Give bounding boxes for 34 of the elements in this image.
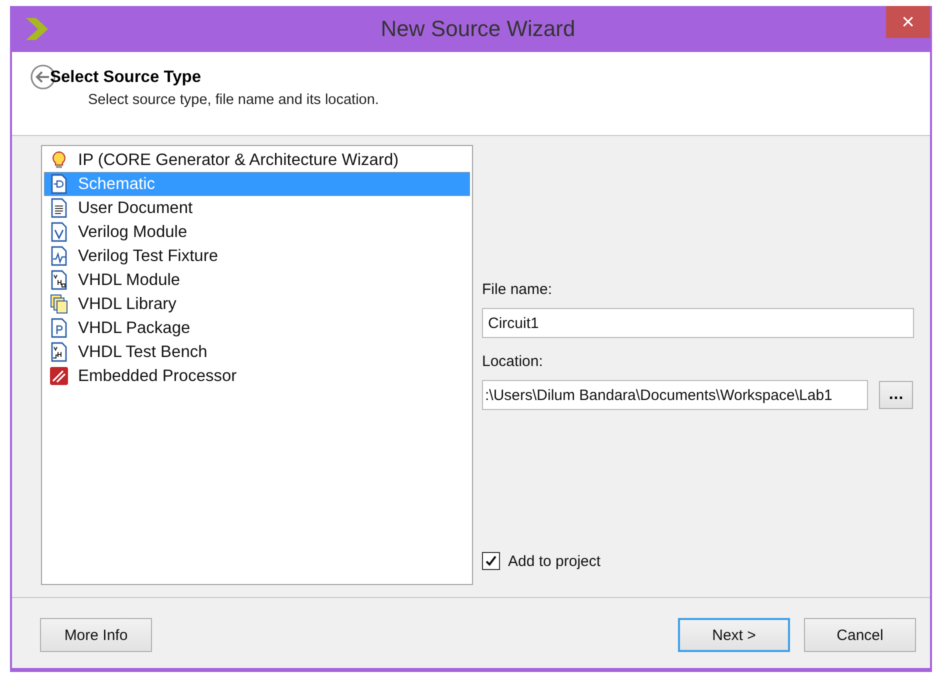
close-button[interactable]: × <box>886 6 930 38</box>
file-icon <box>50 174 68 194</box>
list-item[interactable]: VHDL Test Bench <box>44 340 470 364</box>
location-field[interactable]: :\Users\Dilum Bandara\Documents\Workspace\Lab1 <box>482 380 868 410</box>
browse-button[interactable]: ... <box>879 381 913 409</box>
file-icon <box>50 198 68 218</box>
folder-stack-icon <box>50 294 68 314</box>
checkbox-label: Add to project <box>508 552 601 570</box>
field-label: File name: <box>482 281 554 298</box>
file-icon <box>50 246 68 266</box>
dialog-button[interactable]: Cancel <box>804 618 916 652</box>
list-item[interactable]: Verilog Test Fixture <box>44 244 470 268</box>
dialog-button[interactable]: More Info <box>40 618 152 652</box>
page-title: Select Source Type <box>50 68 202 86</box>
file-icon <box>50 342 68 362</box>
list-item[interactable]: IP (CORE Generator & Architecture Wizard) <box>44 148 470 172</box>
checkbox[interactable] <box>482 552 500 570</box>
list-item[interactable]: VHDL Package <box>44 316 470 340</box>
window-title: New Source Wizard <box>380 16 576 42</box>
field-label: Location: <box>482 353 544 370</box>
list-item[interactable]: Embedded Processor <box>44 364 470 388</box>
logo-icon <box>26 18 50 40</box>
processor-icon <box>50 366 68 386</box>
list-item[interactable]: User Document <box>44 196 470 220</box>
file-icon <box>50 270 68 290</box>
list-item[interactable]: VHDL Module <box>44 268 470 292</box>
dialog-button[interactable]: Next > <box>678 618 790 652</box>
file-icon <box>50 222 68 242</box>
file-name-field[interactable]: Circuit1 <box>482 308 914 338</box>
list-item[interactable]: Verilog Module <box>44 220 470 244</box>
file-icon <box>50 318 68 338</box>
lightbulb-icon <box>50 150 68 170</box>
page-subtitle: Select source type, file name and its location. <box>88 92 380 108</box>
list-item[interactable]: VHDL Library <box>44 292 470 316</box>
